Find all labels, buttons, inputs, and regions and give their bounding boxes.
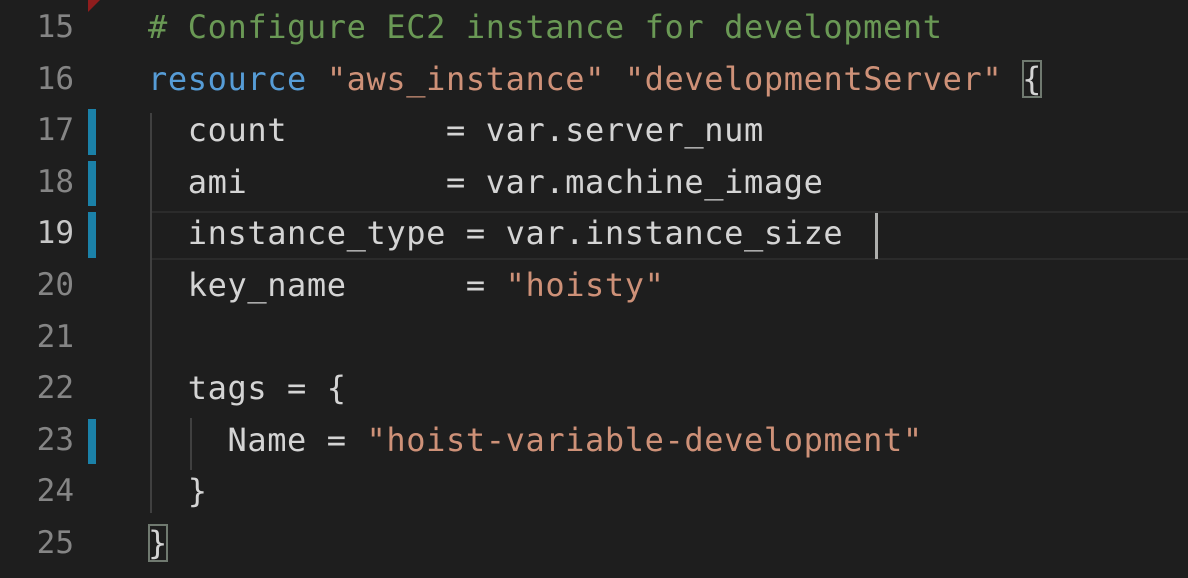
line-number: 20 [36,267,74,303]
code-token: instance_type = var.instance_size [148,214,844,253]
code-line[interactable]: 23 Name = "hoist-variable-development" [0,415,1188,467]
code-text[interactable]: } [148,466,208,518]
code-text[interactable]: tags = { [148,363,347,415]
code-token: key_name = [148,266,506,304]
code-line[interactable]: 15 # Configure EC2 instance for developme… [0,2,1188,54]
modified-line-indicator[interactable] [88,212,96,258]
code-line[interactable]: 24 } [0,466,1188,518]
code-text[interactable]: Name = "hoist-variable-development" [148,415,923,467]
code-line[interactable]: 25} [0,518,1188,570]
code-editor[interactable]: 15 # Configure EC2 instance for developme… [0,0,1188,578]
line-number: 21 [36,318,74,355]
code-token: # Configure EC2 instance for development [148,8,943,46]
code-text[interactable]: resource "aws_instance" "developmentServ… [148,54,1043,106]
code-text[interactable]: key_name = "hoisty" [148,260,665,312]
line-number: 15 [36,9,74,45]
code-token: { [1022,59,1043,98]
code-line[interactable]: 20 key_name = "hoisty" [0,260,1188,312]
code-line[interactable]: 17 count = var.server_num [0,105,1188,157]
modified-line-indicator[interactable] [88,418,96,465]
code-text[interactable]: instance_type = var.instance_size [148,208,843,260]
line-number: 23 [36,421,74,458]
code-text[interactable]: # Configure EC2 instance for development [148,2,943,54]
modified-line-indicator[interactable] [88,160,96,207]
line-number: 22 [36,370,74,407]
line-number: 17 [36,112,74,149]
code-token: ami = var.machine_image [148,162,824,201]
code-token: tags = { [148,369,347,408]
line-number: 25 [36,525,74,561]
code-token: } [148,472,208,511]
line-number: 24 [36,473,74,510]
code-token: resource [148,59,307,98]
code-token: "aws_instance" [326,59,605,98]
line-number: 18 [36,163,74,200]
modified-line-indicator[interactable] [88,109,96,155]
code-token: "hoist-variable-development" [366,420,923,459]
code-line[interactable]: 16 resource "aws_instance" "developmentSe… [0,54,1188,106]
text-cursor [875,213,878,259]
code-text[interactable]: count = var.server_num [148,105,764,157]
code-line[interactable]: 18 ami = var.machine_image [0,157,1188,209]
code-token: "developmentServer" [624,59,1003,98]
code-line[interactable]: 21 [0,312,1188,364]
code-line[interactable]: 19 instance_type = var.instance_size [0,208,1188,260]
code-token: } [148,524,168,562]
code-token: "hoisty" [505,266,665,304]
code-line[interactable]: 22 tags = { [0,363,1188,415]
line-number: 19 [36,215,74,252]
code-text[interactable]: ami = var.machine_image [148,157,823,209]
line-number: 16 [36,60,74,97]
code-token: count = var.server_num [148,111,764,150]
code-text[interactable]: } [148,518,168,570]
code-token: Name = [148,420,367,459]
